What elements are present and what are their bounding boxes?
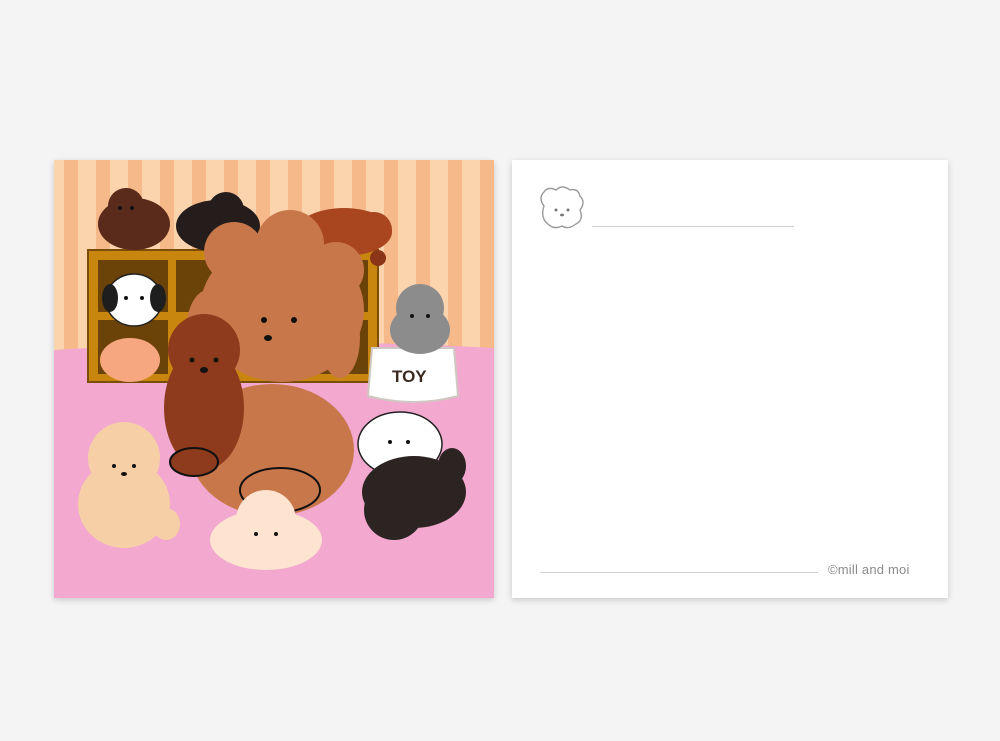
postcard-front: TOY: [54, 160, 494, 598]
red-poodle-held: [164, 314, 244, 477]
poodle-face-icon: [540, 186, 584, 229]
toy-box-label: TOY: [392, 367, 427, 386]
toy-box: TOY: [366, 347, 460, 403]
address-line-bottom: [540, 572, 818, 573]
poodle-illustration: TOY: [54, 160, 494, 598]
copyright-text: ©mill and moi: [828, 562, 910, 577]
postcard-back: ©mill and moi: [512, 160, 948, 598]
peach-poodle-cubby: [100, 338, 160, 382]
address-line-top: [592, 226, 794, 227]
